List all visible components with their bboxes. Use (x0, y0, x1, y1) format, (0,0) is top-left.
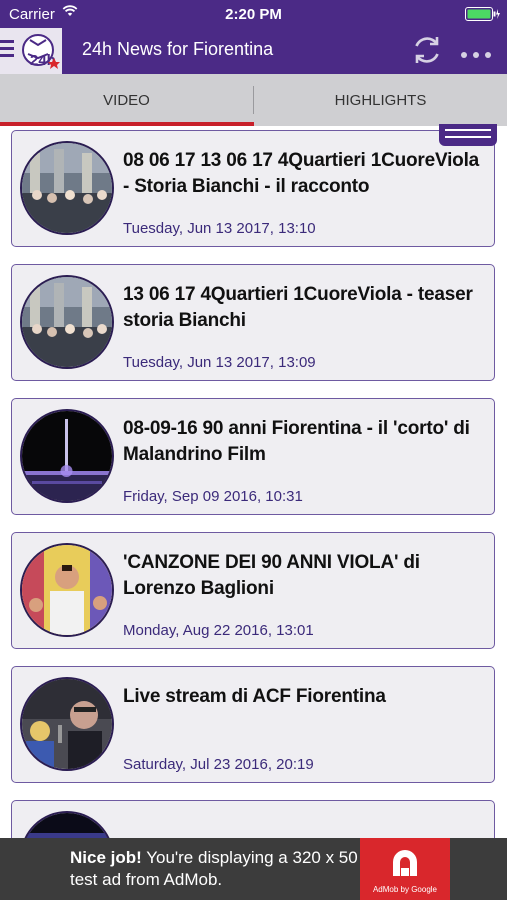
video-card[interactable]: 'CANZONE DEI 90 ANNI VIOLA' di Lorenzo B… (11, 532, 495, 649)
video-title: Live stream di ACF Fiorentina (123, 686, 386, 707)
video-thumbnail (20, 677, 114, 771)
video-card[interactable]: Live stream di ACF Fiorentina Saturday, … (11, 666, 495, 783)
status-time: 2:20 PM (225, 6, 282, 23)
video-date: Tuesday, Jun 13 2017, 13:10 (123, 220, 316, 237)
video-title: 08-09-16 90 anni Fiorentina - il 'corto'… (123, 418, 470, 465)
video-list[interactable]: 08 06 17 13 06 17 4Quartieri 1CuoreViola… (0, 126, 507, 838)
video-thumbnail (20, 811, 114, 838)
video-thumbnail (20, 275, 114, 369)
refresh-icon[interactable] (410, 33, 444, 72)
tab-bar: VIDEO HIGHLIGHTS (0, 74, 507, 126)
tab-video[interactable]: VIDEO (0, 74, 253, 126)
video-thumbnail (20, 409, 114, 503)
nav-bar: 24h 24h News for Fiorentina (0, 28, 507, 74)
hamburger-icon (0, 40, 14, 57)
battery-icon (465, 7, 501, 26)
video-title: 'CANZONE DEI 90 ANNI VIOLA' di Lorenzo B… (123, 552, 420, 599)
top-bar: Carrier 2:20 PM 24h 24h News for Fiorent… (0, 0, 507, 74)
video-card[interactable] (11, 800, 495, 838)
video-card[interactable]: 08 06 17 13 06 17 4Quartieri 1CuoreViola… (11, 130, 495, 247)
video-date: Tuesday, Jun 13 2017, 13:09 (123, 354, 316, 371)
app-logo[interactable]: 24h (0, 28, 62, 74)
video-title: 13 06 17 4Quartieri 1CuoreViola - teaser… (123, 284, 473, 331)
status-bar: Carrier 2:20 PM (0, 0, 507, 28)
ad-banner[interactable]: Nice job! You're displaying a 320 x 50 t… (0, 838, 507, 900)
video-thumbnail (20, 543, 114, 637)
video-date: Friday, Sep 09 2016, 10:31 (123, 488, 303, 505)
ad-headline: Nice job! (70, 848, 142, 867)
video-date: Saturday, Jul 23 2016, 20:19 (123, 756, 314, 773)
video-card[interactable]: 13 06 17 4Quartieri 1CuoreViola - teaser… (11, 264, 495, 381)
admob-logo[interactable]: AdMob by Google (360, 838, 450, 900)
video-date: Monday, Aug 22 2016, 13:01 (123, 622, 314, 639)
admob-brand: AdMob by Google (372, 885, 438, 894)
tab-highlights[interactable]: HIGHLIGHTS (254, 74, 507, 126)
ad-text: Nice job! You're displaying a 320 x 50 t… (70, 847, 360, 891)
video-thumbnail (20, 141, 114, 235)
more-options-icon[interactable] (460, 46, 492, 64)
page-title: 24h News for Fiorentina (82, 39, 274, 59)
menu-handle[interactable] (439, 124, 497, 146)
video-card[interactable]: 08-09-16 90 anni Fiorentina - il 'corto'… (11, 398, 495, 515)
video-title: 08 06 17 13 06 17 4Quartieri 1CuoreViola… (123, 150, 480, 197)
